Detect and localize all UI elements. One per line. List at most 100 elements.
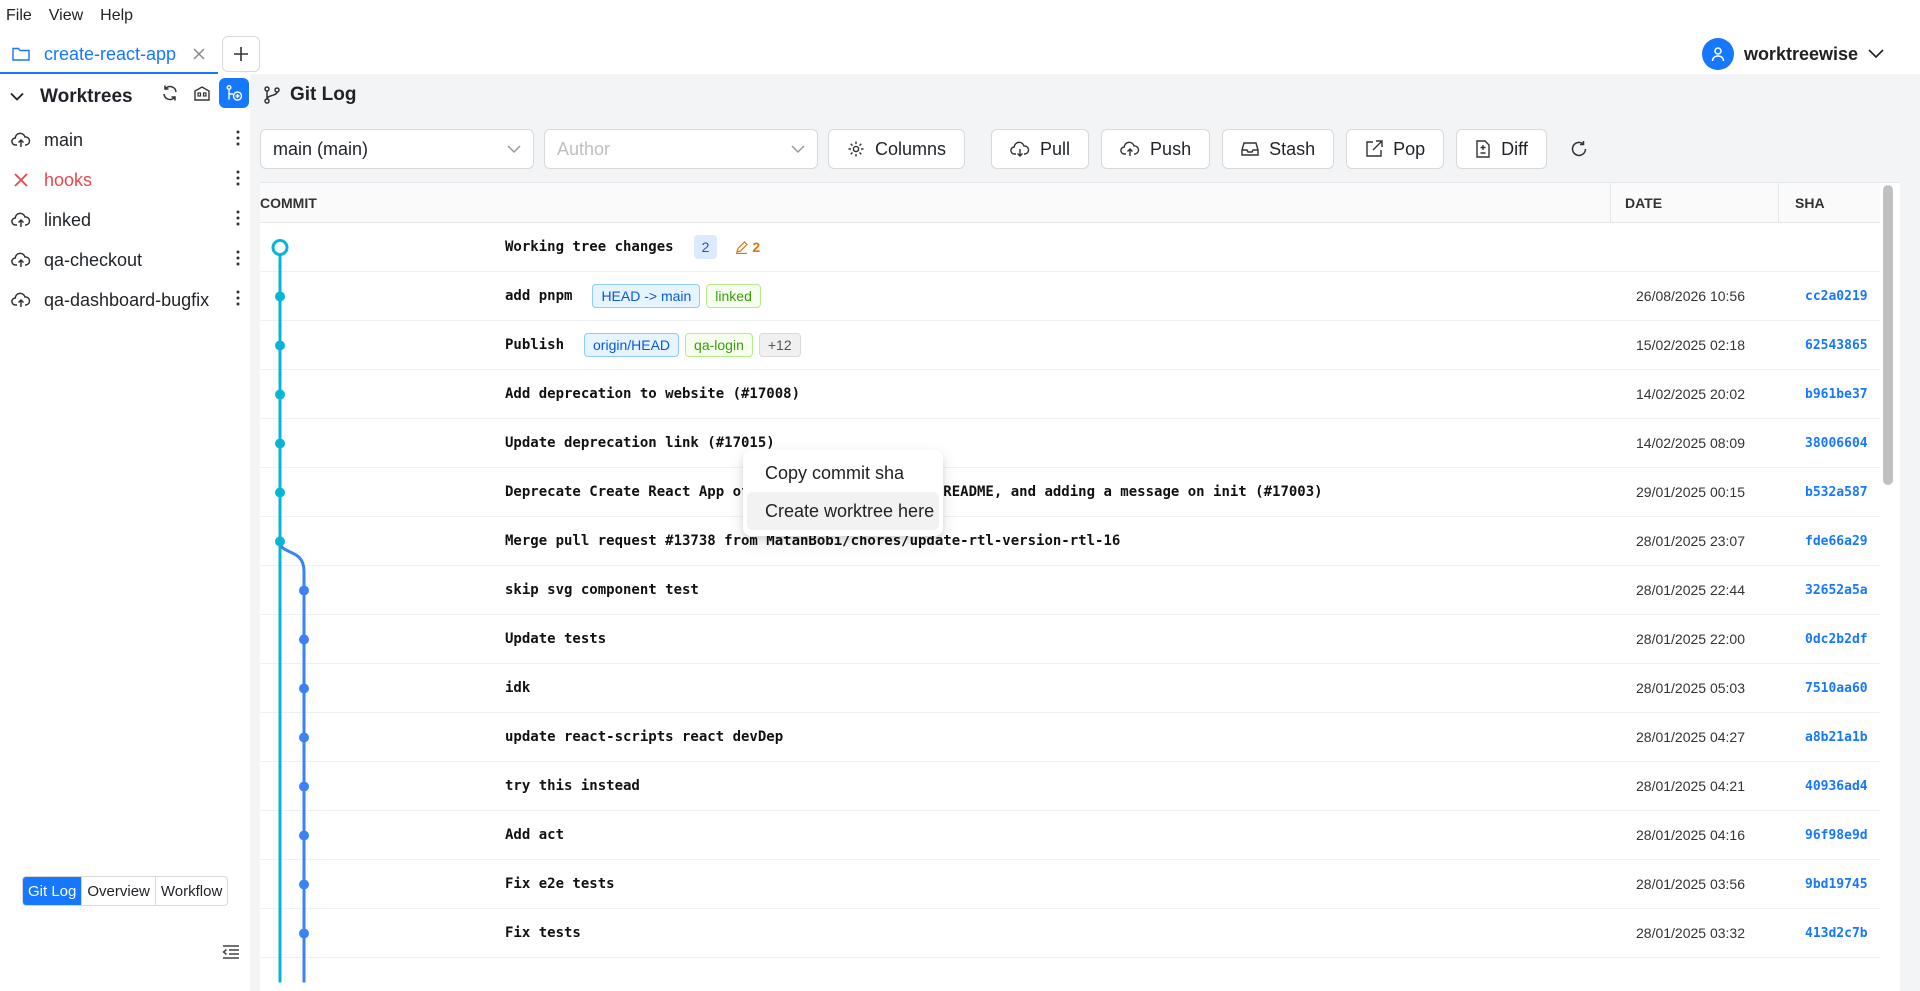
commit-sha[interactable]: 9bd19745 [1805,860,1868,908]
refresh-icon [163,85,177,101]
table-row[interactable]: Fix tests 28/01/2025 03:32 413d2c7b [260,909,1880,958]
more-vertical-icon[interactable] [236,130,240,146]
commit-sha[interactable]: cc2a0219 [1805,272,1868,320]
add-worktree-button[interactable] [219,78,249,108]
table-row[interactable]: skip svg component test 28/01/2025 22:44 3… [260,566,1880,615]
more-vertical-icon[interactable] [236,290,240,306]
push-button[interactable]: Push [1101,129,1211,169]
tab-bar: create-react-app worktreewise [0,32,1920,74]
graph-working-node [271,239,289,256]
worktree-label: linked [44,209,92,230]
menu-view[interactable]: View [49,7,83,25]
commit-message: Add act [505,811,564,859]
create-worktree-here-item[interactable]: Create worktree here [747,492,939,530]
commit-sha[interactable]: b961be37 [1805,370,1868,418]
user-icon [1711,47,1725,62]
more-vertical-icon[interactable] [236,250,240,266]
refresh-worktrees-button[interactable] [155,78,185,108]
add-branch-icon [226,85,243,101]
pop-label: Pop [1393,138,1426,159]
worktree-item-linked[interactable]: linked [0,200,250,240]
columns-button[interactable]: Columns [828,129,966,169]
table-row[interactable]: add pnpm HEAD -> main linked 26/08/2026 10:… [260,272,1880,321]
worktree-item-hooks[interactable]: hooks [0,160,250,200]
more-vertical-icon[interactable] [236,210,240,226]
column-divider[interactable] [1610,183,1611,223]
commit-message-text: idk [505,680,531,696]
commit-sha[interactable]: 0dc2b2df [1805,615,1868,663]
git-branch-icon [264,86,280,104]
tab-create-react-app[interactable]: create-react-app [0,36,218,74]
commit-sha[interactable]: 62543865 [1805,321,1868,369]
table-row[interactable]: Publish origin/HEAD qa-login +12 15/02/2025 … [260,321,1880,370]
commit-date: 28/01/2025 22:44 [1636,582,1745,598]
table-row[interactable]: Add deprecation to website (#17008) 14/02… [260,370,1880,419]
user-menu[interactable]: worktreewise [1701,38,1884,70]
worktree-item-qa-checkout[interactable]: qa-checkout [0,240,250,280]
commit-sha[interactable]: 38006604 [1805,419,1868,467]
copy-commit-sha-item[interactable]: Copy commit sha [747,454,939,492]
cloud-upload-icon [10,251,32,269]
ref-tag[interactable]: +12 [758,333,801,357]
commit-sha[interactable]: 40936ad4 [1805,762,1868,810]
header-sha[interactable]: SHA [1795,183,1825,223]
commit-date: 28/01/2025 04:21 [1636,778,1745,794]
pull-button[interactable]: Pull [991,129,1090,169]
commit-sha[interactable]: a8b21a1b [1805,713,1868,761]
diff-label: Diff [1501,138,1528,159]
view-workflow[interactable]: Workflow [156,877,227,905]
ref-tag[interactable]: linked [706,284,761,308]
git-log-panel: Git Log main (main) Author Columns Pull … [250,74,1920,991]
table-row[interactable]: try this instead 28/01/2025 04:21 40936ad4 [260,762,1880,811]
diff-button[interactable]: Diff [1456,129,1547,169]
branch-select[interactable]: main (main) [260,129,534,169]
menu-file[interactable]: File [6,7,32,25]
worktree-item-qa-dashboard-bugfix[interactable]: qa-dashboard-bugfix [0,280,250,320]
close-tab-icon[interactable] [192,47,206,61]
pop-button[interactable]: Pop [1346,129,1445,169]
table-row[interactable]: update react-scripts react devDep 28/01/2… [260,713,1880,762]
commit-sha[interactable]: 32652a5a [1805,566,1868,614]
column-divider[interactable] [1778,183,1779,223]
table-scrollbar[interactable] [1883,185,1893,485]
commit-sha[interactable]: 413d2c7b [1805,909,1868,957]
modified-count-value: 2 [752,239,761,255]
more-vertical-icon[interactable] [236,170,240,186]
graph-commit-node [299,634,309,645]
commit-message-text: Fix tests [505,925,581,941]
chevron-down-icon [791,144,805,153]
chevron-down-icon[interactable] [10,92,24,102]
table-row[interactable]: Fix e2e tests 28/01/2025 03:56 9bd19745 [260,860,1880,909]
repository-button[interactable] [187,78,217,108]
menu-help[interactable]: Help [100,7,133,25]
table-row[interactable]: Add act 28/01/2025 04:16 96f98e9d [260,811,1880,860]
ref-tag[interactable]: HEAD -> main [592,284,701,308]
view-git-log[interactable]: Git Log [23,877,83,905]
table-row[interactable]: Deprecate Create React App officially, u… [260,468,1880,517]
ref-tag[interactable]: origin/HEAD [584,333,680,357]
table-row[interactable]: Merge pull request #13738 from MatanBobi… [260,517,1880,566]
commit-sha[interactable]: 96f98e9d [1805,811,1868,859]
table-row[interactable]: Update deprecation link (#17015) 14/02/20… [260,419,1880,468]
add-tab-button[interactable] [222,36,260,72]
commit-message-text: Update deprecation link (#17015) [505,435,775,451]
commit-message-text: Add act [505,827,565,843]
header-date[interactable]: DATE [1625,183,1662,223]
graph-commit-node [275,389,285,400]
commit-sha[interactable]: b532a587 [1805,468,1868,516]
header-commit[interactable]: COMMIT [260,183,317,223]
collapse-sidebar-icon[interactable] [222,944,240,960]
worktree-item-main[interactable]: main [0,120,250,160]
commit-message: update react-scripts react devDep [505,713,783,761]
commit-sha[interactable]: 7510aa60 [1805,664,1868,712]
file-diff-icon [1476,140,1490,158]
stash-button[interactable]: Stash [1222,129,1335,169]
ref-tag[interactable]: qa-login [685,333,753,357]
table-row[interactable]: Update tests 28/01/2025 22:00 0dc2b2df [260,615,1880,664]
view-overview[interactable]: Overview [82,877,156,905]
reload-button[interactable] [1559,129,1599,169]
table-row[interactable]: idk 28/01/2025 05:03 7510aa60 [260,664,1880,713]
working-tree-row[interactable]: Working tree changes 2 2 [260,223,1880,272]
author-select[interactable]: Author [544,129,818,169]
commit-sha[interactable]: fde66a29 [1805,517,1868,565]
